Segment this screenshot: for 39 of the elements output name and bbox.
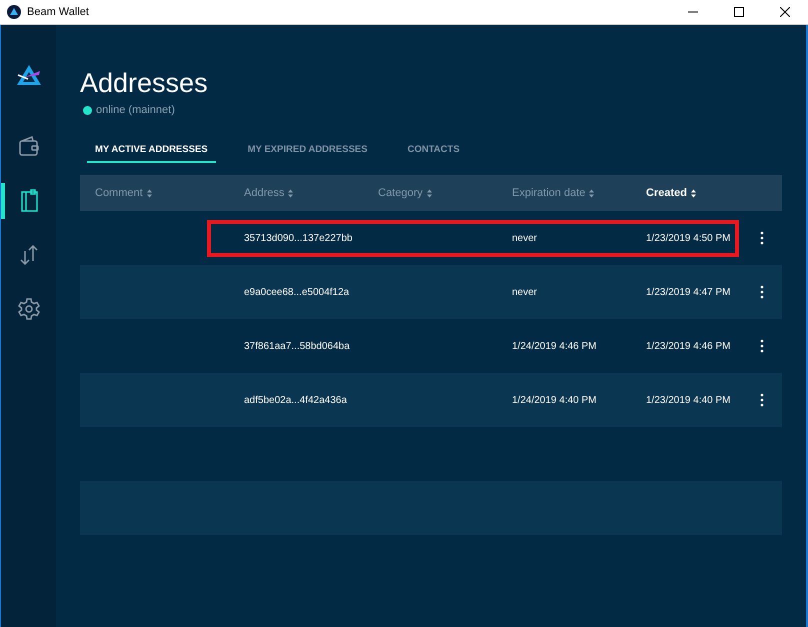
logo-icon (16, 63, 42, 87)
more-options-button[interactable] (758, 285, 766, 299)
more-options-button[interactable] (758, 393, 766, 407)
table-cell-text: 1/24/2019 4:46 PM (511, 340, 598, 352)
more-options-button[interactable] (758, 339, 766, 353)
table-cell-text: 1/23/2019 4:40 PM (645, 394, 732, 406)
maximize-icon (734, 7, 744, 17)
tab[interactable]: MY EXPIRED ADDRESSES (240, 144, 376, 163)
sort-icon (288, 188, 294, 198)
table-cell-text: adf5be02a...4f42a436a (243, 394, 348, 406)
close-icon (780, 7, 790, 17)
table-cell-text: never (511, 286, 538, 298)
more-options-button[interactable] (758, 231, 766, 245)
wallet-icon (16, 135, 40, 159)
column-header[interactable]: Category (378, 187, 497, 199)
column-header[interactable]: Created (646, 187, 758, 199)
app-logo-icon (7, 5, 21, 19)
table-cell-text: 1/23/2019 4:46 PM (645, 340, 732, 352)
table-cell-text: never (511, 232, 538, 244)
sort-icon (146, 188, 152, 198)
table-cell-text: 1/23/2019 4:47 PM (645, 286, 732, 298)
page-title: Addresses (80, 67, 209, 99)
column-header[interactable]: Address (244, 187, 363, 199)
table-cell-text: 35713d090...137e227bb (243, 232, 354, 244)
tab[interactable]: MY ACTIVE ADDRESSES (87, 144, 216, 163)
sort-icon (690, 188, 696, 198)
table-cell-text: e9a0cee68...e5004f12a (243, 286, 350, 298)
tab[interactable]: CONTACTS (399, 144, 468, 163)
column-header[interactable]: Expiration date (512, 187, 631, 199)
sort-icon (589, 188, 594, 198)
sort-icon (426, 188, 432, 198)
table-cell-text: 1/23/2019 4:50 PM (645, 232, 732, 244)
window-title: Beam Wallet (27, 6, 90, 18)
network-status: online (mainnet) (96, 104, 175, 116)
table-cell-text: 1/24/2019 4:40 PM (511, 394, 598, 406)
column-header[interactable]: Comment (95, 187, 229, 199)
status-dot (83, 106, 92, 114)
settings-icon (16, 297, 40, 321)
table-cell-text: 37f861aa7...58bd064ba (243, 340, 351, 352)
